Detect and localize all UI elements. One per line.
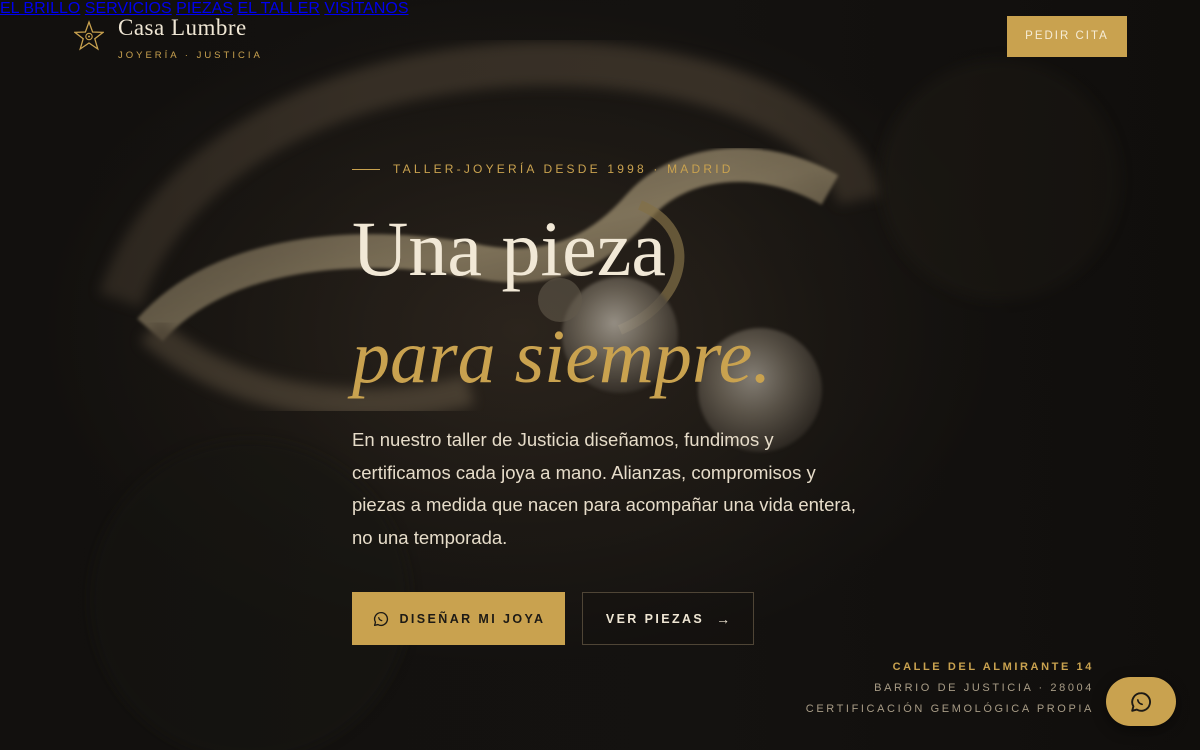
star-icon <box>74 20 104 51</box>
hero-eyebrow: TALLER-JOYERÍA DESDE 1998 · MADRID <box>352 162 734 176</box>
address-street: CALLE DEL ALMIRANTE 14 <box>892 661 1094 673</box>
address-district: BARRIO DE JUSTICIA · 28004 <box>874 682 1094 694</box>
brand-name: Casa Lumbre <box>118 15 247 40</box>
brand-tagline: JOYERÍA · JUSTICIA <box>118 50 263 61</box>
chat-icon <box>373 611 388 626</box>
nav-item-visitanos[interactable]: VISÍTANOS <box>324 0 408 17</box>
design-jewel-button[interactable]: DISEÑAR MI JOYA <box>352 592 565 645</box>
address-certification: CERTIFICACIÓN GEMOLÓGICA PROPIA <box>805 703 1094 715</box>
chat-icon <box>1131 691 1151 712</box>
view-pieces-label: VER PIEZAS <box>605 611 705 626</box>
design-jewel-label: DISEÑAR MI JOYA <box>399 611 546 626</box>
view-pieces-button[interactable]: VER PIEZAS → <box>582 592 754 645</box>
site-header: Casa Lumbre JOYERÍA · JUSTICIA EL BRILLO… <box>0 0 1200 74</box>
hero-title-line1: Una pieza <box>352 205 666 292</box>
hero-title-line2: para siempre. <box>352 315 772 399</box>
chat-button[interactable] <box>1106 677 1176 726</box>
eyebrow-divider <box>352 168 380 170</box>
eyebrow-text: TALLER-JOYERÍA DESDE 1998 · MADRID <box>393 162 734 176</box>
brand-logo[interactable]: Casa Lumbre JOYERÍA · JUSTICIA <box>74 14 263 61</box>
nav-item-el-brillo[interactable]: EL BRILLO <box>0 0 80 17</box>
arrow-right-icon: → <box>716 610 731 627</box>
book-appointment-button[interactable]: PEDIR CITA <box>1007 16 1127 57</box>
address-block: CALLE DEL ALMIRANTE 14 BARRIO DE JUSTICI… <box>806 660 1094 716</box>
hero-lead-paragraph: En nuestro taller de Justicia diseñamos,… <box>352 429 856 548</box>
